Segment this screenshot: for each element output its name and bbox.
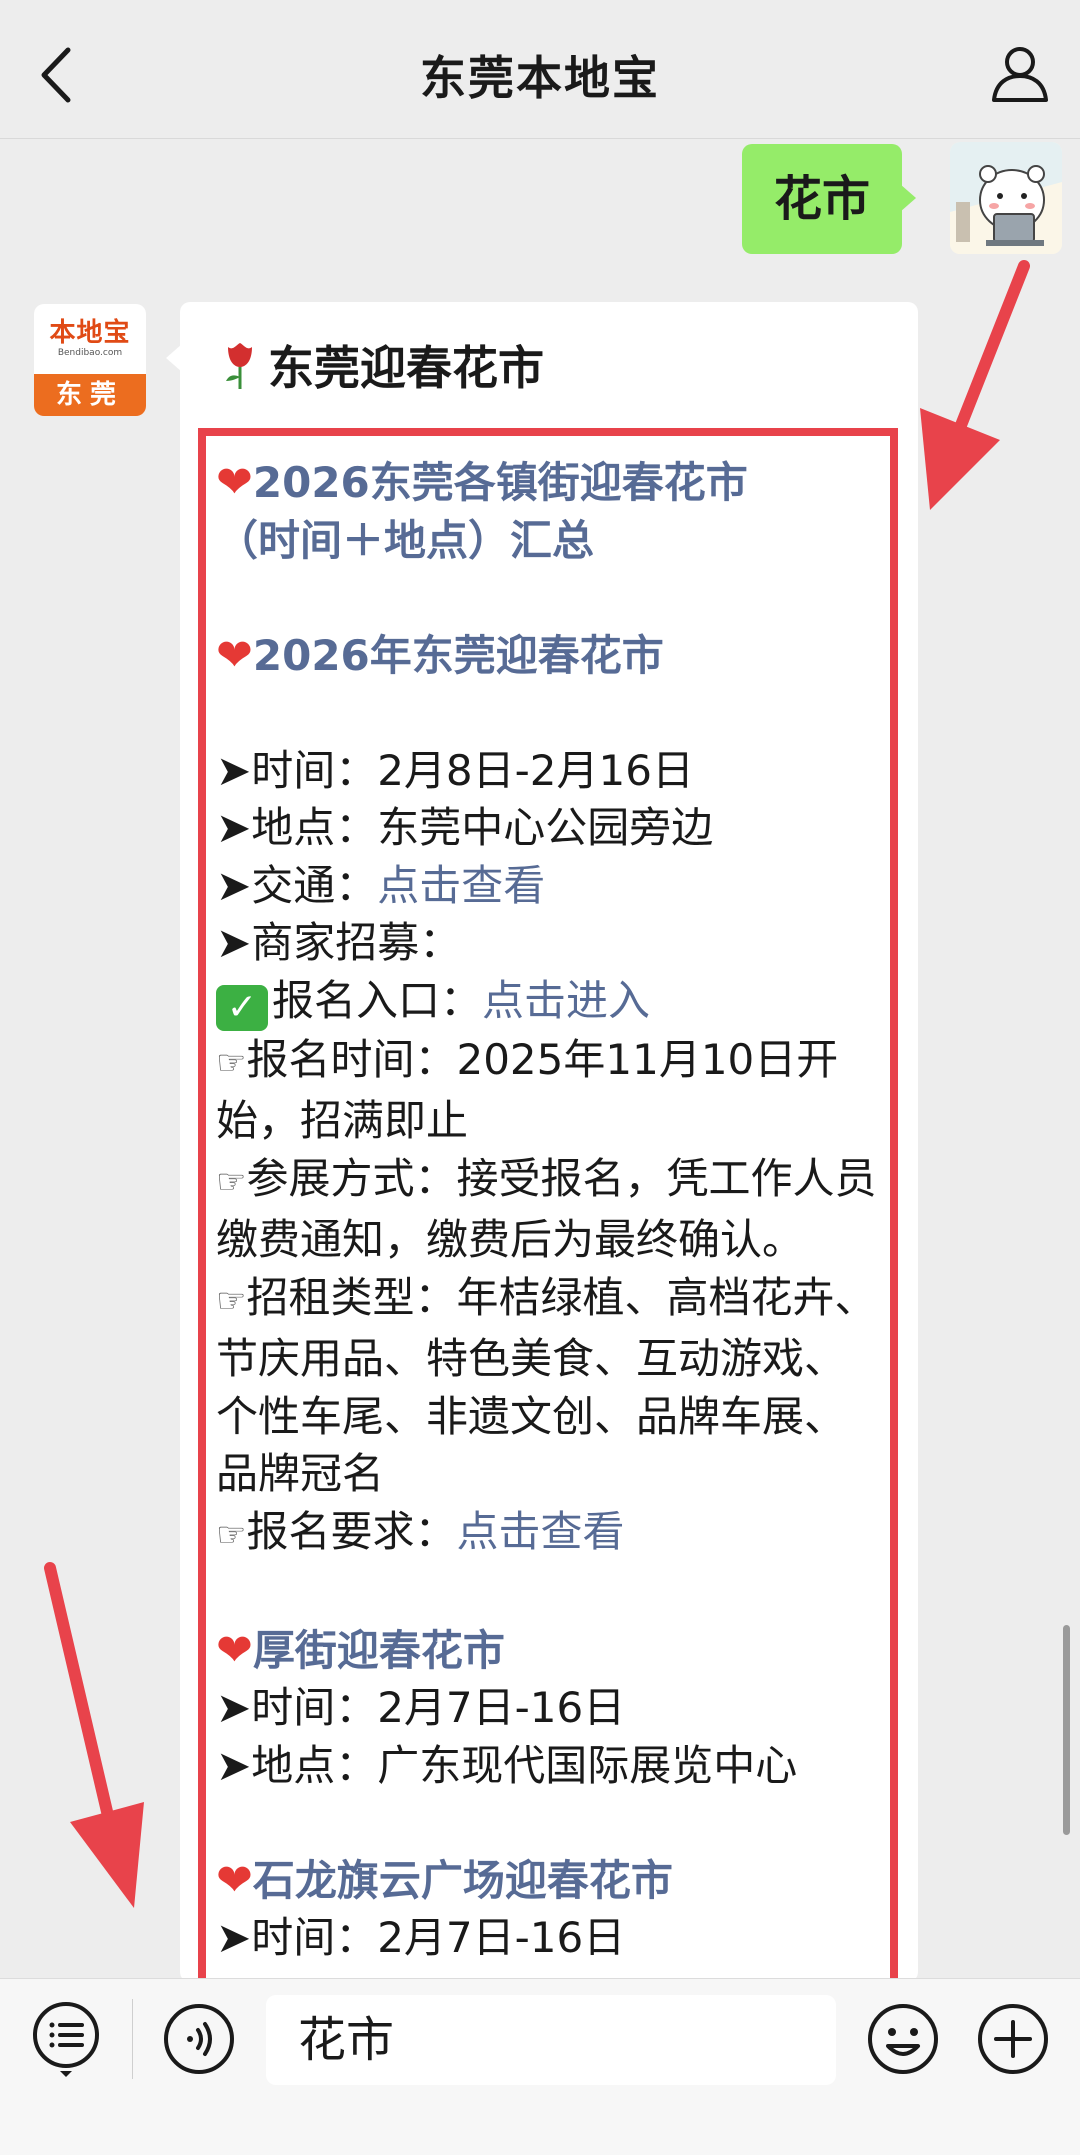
bot-avatar[interactable]: 本地宝 Bendibao.com 东莞	[34, 304, 146, 416]
menu-button[interactable]	[30, 1999, 102, 2079]
section-heading[interactable]: ❤石龙旗云广场迎春花市	[216, 1852, 884, 1910]
pointing-hand-icon: ☞	[216, 1161, 247, 1202]
time-line: ➤时间：2月8日-2月16日	[216, 745, 694, 795]
person-icon	[992, 47, 1048, 102]
section-heading-cont[interactable]: （时间＋地点）汇总	[216, 512, 884, 570]
heart-icon: ❤	[216, 1854, 253, 1906]
highlight-box: ❤2026东莞各镇街迎春花市 （时间＋地点）汇总 ❤2026年东莞迎春花市 ➤时…	[198, 428, 898, 1988]
divider	[132, 1999, 133, 2079]
plus-circle-icon	[978, 2004, 1048, 2074]
section-heading[interactable]: ❤2026东莞各镇街迎春花市	[216, 454, 884, 512]
section-heading[interactable]: ❤厚街迎春花市	[216, 1622, 884, 1680]
user-avatar[interactable]	[950, 142, 1062, 254]
profile-button[interactable]	[988, 42, 1052, 106]
time-line: ➤时间：2月7日-16日	[216, 1913, 626, 1962]
require-link[interactable]: 点击查看	[457, 1507, 625, 1556]
heart-icon: ❤	[216, 629, 253, 681]
method-text: ☞参展方式：接受报名，凭工作人员缴费通知，缴费后为最终确认。	[216, 1153, 877, 1265]
section-heading[interactable]: ❤2026年东莞迎春花市	[216, 627, 884, 685]
time-line: ➤时间：2月7日-16日	[216, 1683, 626, 1732]
pointing-hand-icon: ☞	[216, 1042, 247, 1083]
signup-line: ✓ 报名入口：点击进入	[216, 972, 884, 1031]
list-menu-icon	[33, 2002, 99, 2077]
pointing-hand-icon: ☞	[216, 1514, 247, 1555]
signup-link[interactable]: 点击进入	[482, 976, 650, 1025]
pointing-hand-icon: ☞	[216, 1280, 247, 1321]
heart-icon: ❤	[216, 1624, 253, 1676]
annotation-arrow-bottom	[44, 1562, 144, 1908]
signup-time-text: ☞报名时间：2025年11月10日开始，招满即止	[216, 1034, 839, 1146]
logo-text: 本地宝	[49, 318, 131, 348]
annotation-arrow-top	[920, 260, 1030, 510]
voice-button[interactable]	[162, 2002, 236, 2076]
voice-icon	[164, 2004, 234, 2074]
chat-header: 东莞本地宝	[0, 0, 1080, 139]
heart-icon: ❤	[216, 457, 253, 508]
scrollbar-thumb[interactable]	[1063, 1625, 1070, 1835]
types-text: ☞招租类型：年桔绿植、高档花卉、节庆用品、特色美食、互动游戏、个性车尾、非遗文创…	[216, 1272, 877, 1499]
input-bar	[0, 1978, 1080, 2155]
rose-icon	[226, 343, 252, 389]
bubble-title-text: 东莞迎春花市	[268, 341, 544, 395]
bot-avatar-city: 东莞	[34, 374, 146, 416]
message-content: ❤2026东莞各镇街迎春花市 （时间＋地点）汇总 ❤2026年东莞迎春花市 ➤时…	[206, 436, 890, 1967]
plus-button[interactable]	[976, 2002, 1050, 2076]
user-avatar-image	[950, 142, 1062, 254]
logo-subtext: Bendibao.com	[57, 348, 123, 358]
place-line: ➤地点：广东现代国际展览中心	[216, 1740, 798, 1790]
smiley-icon	[868, 2004, 938, 2074]
chat-title: 东莞本地宝	[420, 51, 660, 105]
transport-line: ➤交通：点击查看	[216, 860, 546, 910]
bot-avatar-logo: 本地宝 Bendibao.com	[34, 304, 146, 374]
emoji-button[interactable]	[866, 2002, 940, 2076]
user-message-bubble[interactable]: 花市	[742, 144, 916, 254]
merchant-line: ➤商家招募：	[216, 918, 462, 967]
place-line: ➤地点：东莞中心公园旁边	[216, 803, 714, 852]
require-line: ☞报名要求：点击查看	[216, 1506, 625, 1556]
bubble-title: 东莞迎春花市	[220, 332, 544, 398]
transport-link[interactable]: 点击查看	[377, 861, 545, 910]
check-icon: ✓	[216, 984, 268, 1031]
message-input[interactable]	[266, 1995, 836, 2085]
